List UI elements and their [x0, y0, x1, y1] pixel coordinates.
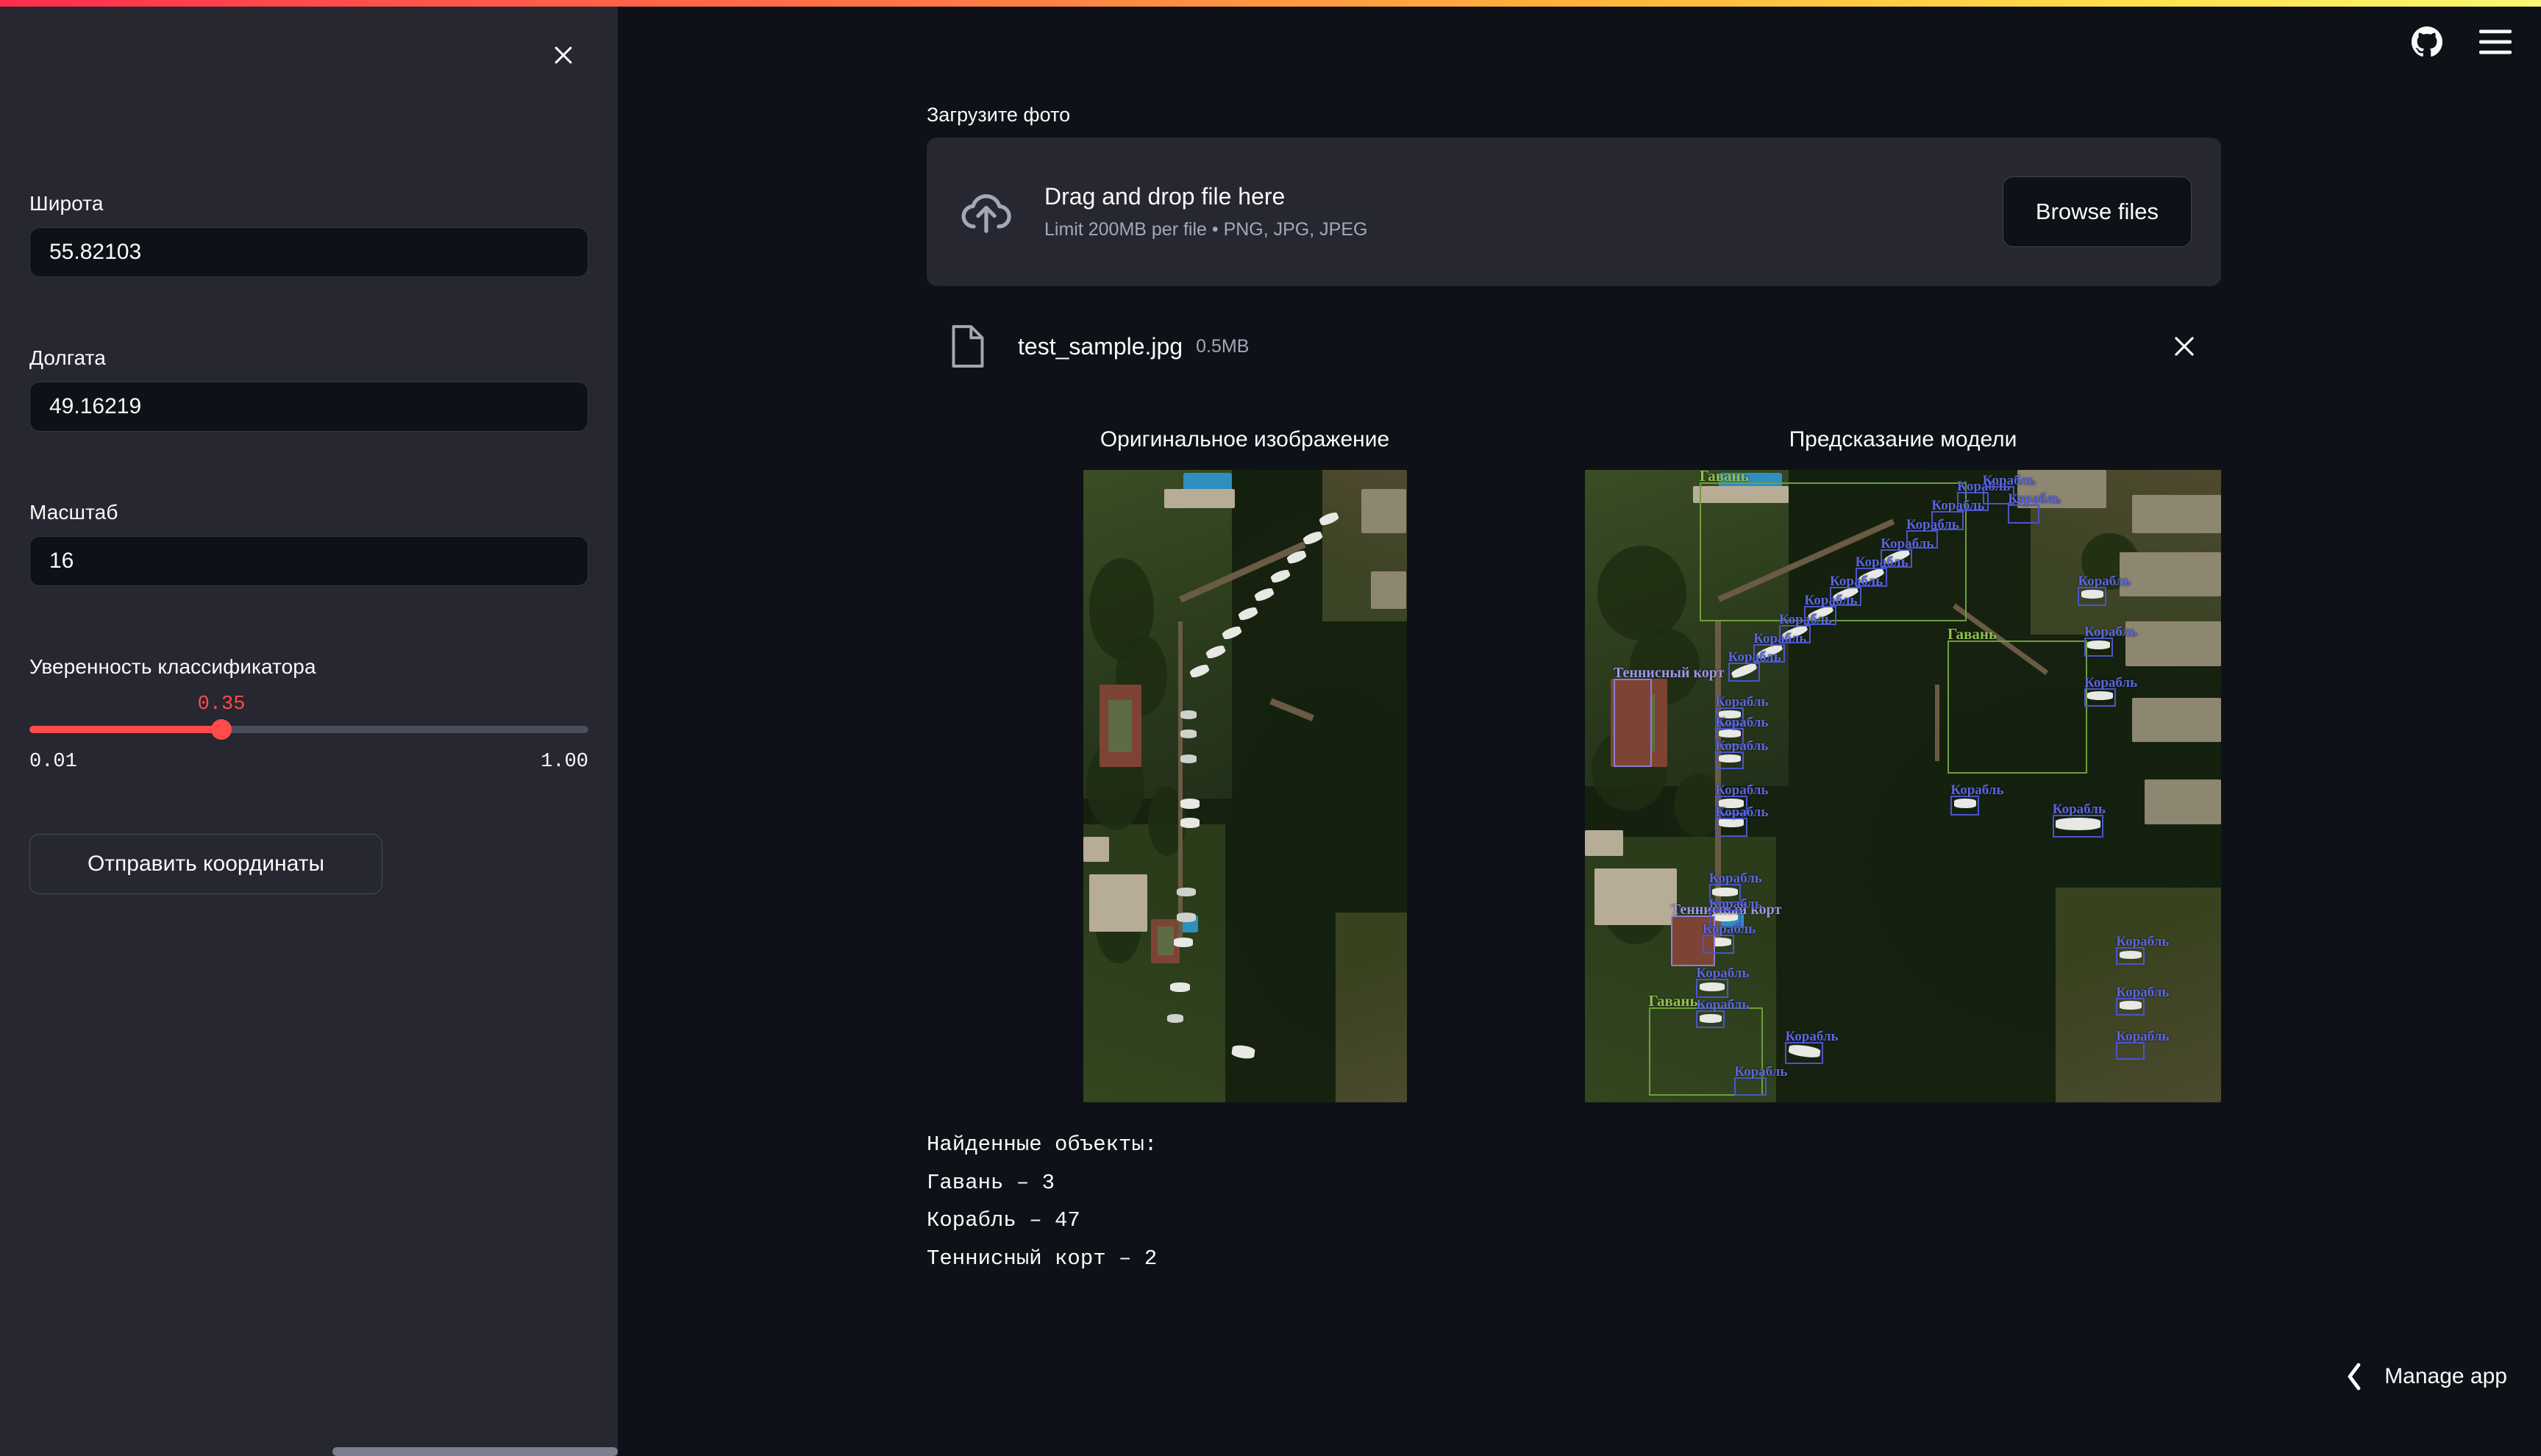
original-image-caption: Оригинальное изображение: [1100, 427, 1390, 452]
detection-label: Корабль: [2116, 985, 2170, 1001]
hamburger-menu-icon: [2479, 29, 2512, 54]
results-line-ship: Корабль – 47: [927, 1208, 1080, 1233]
dropzone-subtitle: Limit 200MB per file • PNG, JPG, JPEG: [1044, 219, 1368, 240]
detection-label: Корабль: [1715, 738, 1769, 754]
zoom-input[interactable]: 16: [29, 536, 588, 586]
detection-label: Корабль: [1715, 693, 1769, 710]
detection-label: Гавань: [1699, 470, 1749, 485]
sidebar-close-button[interactable]: [543, 35, 584, 76]
detection-label: Гавань: [1947, 625, 1997, 643]
detection-label: Корабль: [2116, 1029, 2170, 1045]
confidence-slider-value: 0.35: [197, 693, 246, 715]
scrollbar-thumb[interactable]: [332, 1447, 618, 1456]
detection-label: Теннисный корт: [1613, 664, 1725, 681]
uploaded-file-row: test_sample.jpg 0.5MB: [927, 314, 2221, 379]
sidebar-horizontal-scrollbar[interactable]: [0, 1444, 618, 1456]
detection-label: Корабль: [2008, 491, 2061, 507]
sidebar: Широта 55.82103 Долгата 49.16219 Масштаб…: [0, 7, 618, 1444]
detection-label: Корабль: [1708, 896, 1762, 912]
original-image: [1083, 470, 1407, 1102]
manage-app-button[interactable]: Manage app: [2345, 1362, 2507, 1391]
latitude-input[interactable]: 55.82103: [29, 227, 588, 277]
github-icon: [2412, 26, 2442, 57]
dropzone-texts: Drag and drop file here Limit 200MB per …: [1044, 183, 2003, 240]
detection-label: Корабль: [1715, 714, 1769, 730]
detection-label: Корабль: [1950, 782, 2004, 798]
main-menu-button[interactable]: [2479, 29, 2512, 54]
prediction-image-caption: Предсказание модели: [1789, 427, 2017, 452]
file-dropzone[interactable]: Drag and drop file here Limit 200MB per …: [927, 138, 2221, 286]
detection-label: Корабль: [2052, 801, 2106, 817]
detection-label: Корабль: [2078, 574, 2131, 590]
detection-label: Корабль: [2084, 674, 2138, 690]
detection-box-harbor: Гавань: [1947, 627, 2088, 774]
upload-caption: Загрузите фото: [927, 104, 1071, 126]
confidence-slider-label: Уверенность классификатора: [29, 655, 316, 678]
main-content: Загрузите фото Drag and drop file here L…: [618, 7, 2541, 1456]
confidence-slider-track[interactable]: [29, 719, 588, 740]
header-toolbar: [2412, 26, 2512, 57]
detection-label: Корабль: [1696, 997, 1750, 1013]
results-heading: Найденные объекты:: [927, 1132, 1158, 1157]
prediction-image-column: Предсказание модели Гавань Гавань Гавань…: [1585, 427, 2221, 1102]
detection-box-tennis-court: Теннисный корт: [1613, 665, 1724, 768]
latitude-label: Широта: [29, 192, 104, 215]
results-line-court: Теннисный корт – 2: [927, 1246, 1158, 1271]
remove-file-button[interactable]: [2168, 330, 2200, 363]
manage-app-label: Manage app: [2384, 1364, 2507, 1388]
submit-coordinates-button[interactable]: Отправить координаты: [29, 834, 382, 894]
detection-label: Корабль: [1715, 782, 1769, 798]
longitude-label: Долгата: [29, 346, 106, 369]
longitude-input[interactable]: 49.16219: [29, 382, 588, 432]
dropzone-title: Drag and drop file here: [1044, 183, 1286, 210]
uploaded-file-name: test_sample.jpg: [1018, 332, 1183, 360]
detection-label: Корабль: [2084, 624, 2138, 640]
confidence-slider-fill: [29, 726, 221, 733]
confidence-slider-min: 0.01: [29, 751, 77, 773]
detection-label: Корабль: [1703, 921, 1756, 938]
file-icon: [949, 324, 987, 369]
detection-label: Корабль: [2116, 934, 2170, 950]
results-line-harbor: Гавань – 3: [927, 1170, 1055, 1195]
prediction-image: Гавань Гавань Гавань Теннисный корт Тенн…: [1585, 470, 2221, 1102]
detection-label: Корабль: [1982, 472, 2036, 488]
original-image-column: Оригинальное изображение: [927, 427, 1563, 1102]
detection-results: Найденные объекты: Гавань – 3 Корабль – …: [927, 1126, 1157, 1277]
app-root: Широта 55.82103 Долгата 49.16219 Масштаб…: [0, 0, 2541, 1456]
cloud-upload-icon: [959, 185, 1013, 239]
zoom-label: Масштаб: [29, 501, 118, 524]
confidence-slider-thumb[interactable]: [211, 719, 232, 740]
detection-label: Гавань: [1648, 992, 1698, 1010]
close-icon: [555, 46, 572, 64]
detection-label: Корабль: [1708, 871, 1762, 887]
confidence-slider-max: 1.00: [541, 751, 588, 773]
detection-label: Корабль: [1696, 966, 1750, 982]
detection-label: Корабль: [1785, 1029, 1839, 1045]
github-button[interactable]: [2412, 26, 2442, 57]
browse-files-button[interactable]: Browse files: [2002, 176, 2192, 247]
top-progress-bar: [0, 0, 2541, 7]
detection-label: Корабль: [1734, 1063, 1788, 1079]
confidence-slider[interactable]: 0.35 0.01 1.00: [29, 693, 588, 789]
uploaded-file-size: 0.5MB: [1196, 335, 1250, 357]
detection-label: Корабль: [1715, 804, 1769, 820]
chevron-left-icon: [2348, 1363, 2361, 1391]
close-icon: [2175, 337, 2194, 356]
